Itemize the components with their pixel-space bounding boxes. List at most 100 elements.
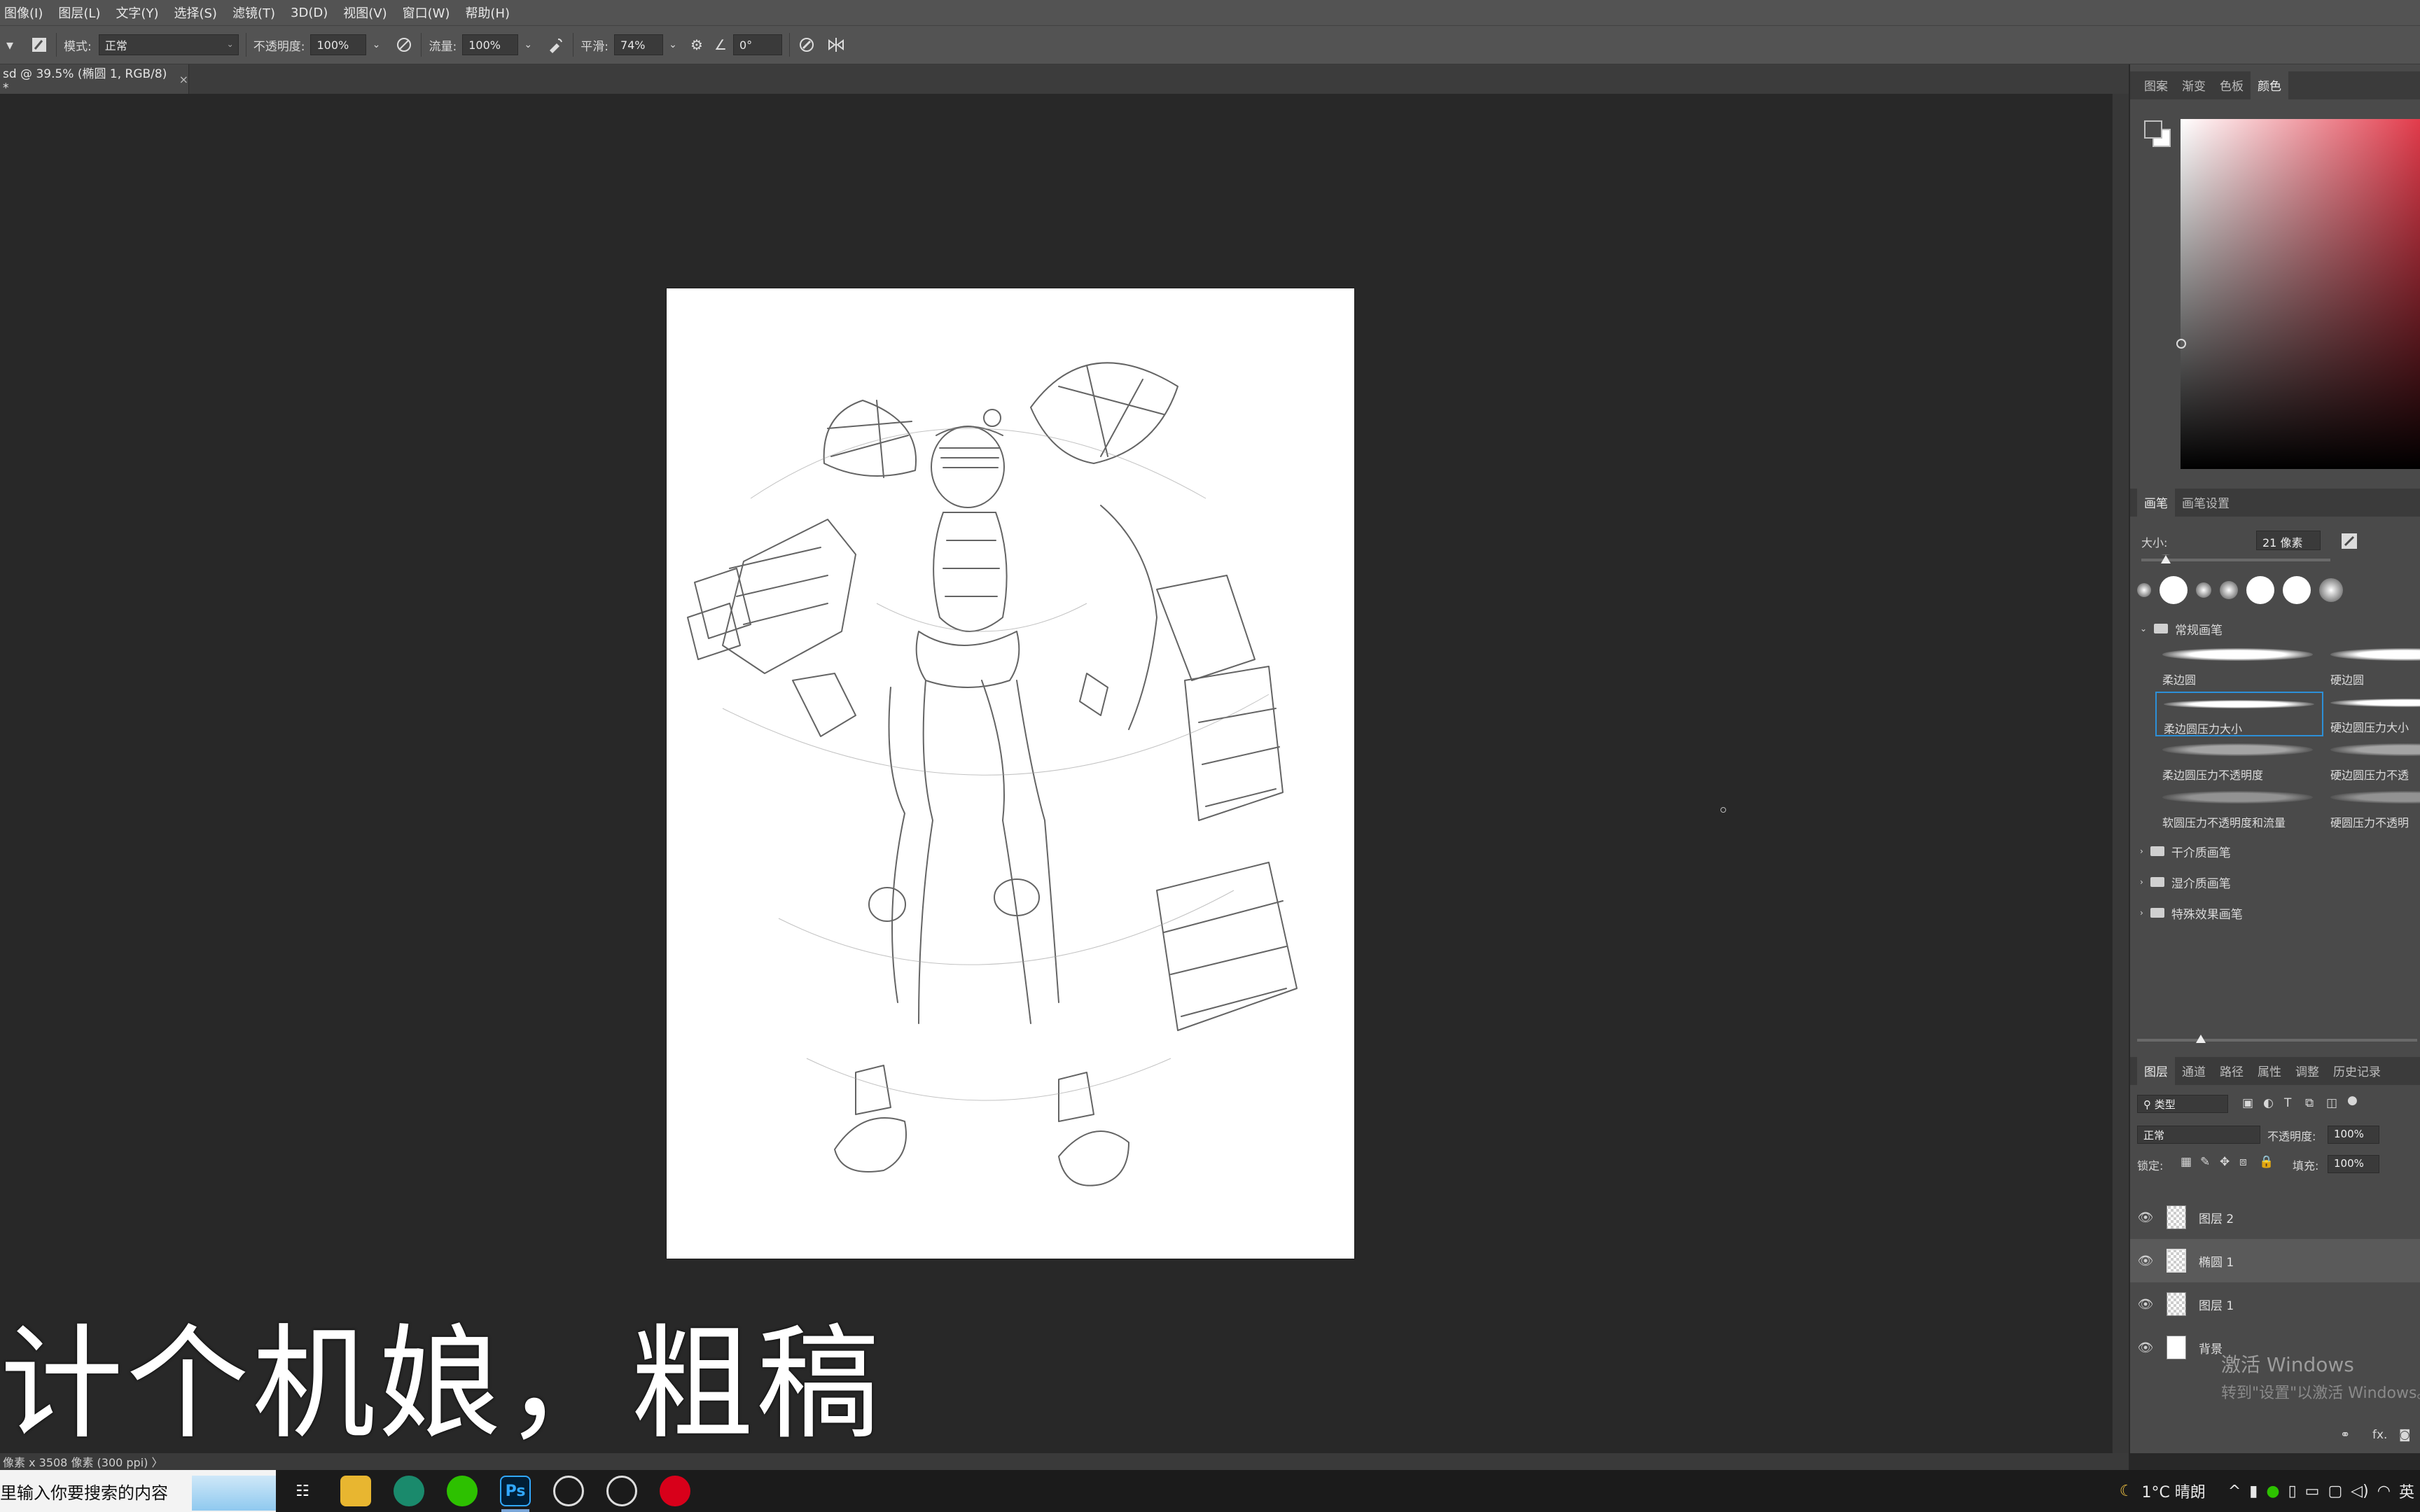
lock-artboard-icon[interactable]: ⧈: [2239, 1155, 2247, 1169]
vertical-scrollbar[interactable]: [2112, 94, 2129, 1453]
brush-preset[interactable]: 硬边圆: [2323, 644, 2420, 689]
usb-icon[interactable]: ▯: [2288, 1483, 2297, 1500]
layer-row[interactable]: 👁 图层 1: [2130, 1282, 2420, 1326]
tab-brush-settings[interactable]: 画笔设置: [2175, 493, 2237, 517]
menu-type[interactable]: 文字(Y): [116, 4, 158, 22]
brush-preset[interactable]: 硬圆压力不透明: [2323, 787, 2420, 832]
new-brush-icon[interactable]: [2340, 532, 2358, 553]
brush-tip-soft[interactable]: [2137, 583, 2151, 597]
brush-size-input[interactable]: 21 像素: [2256, 531, 2321, 550]
chevron-down-icon[interactable]: ⌄: [663, 35, 683, 55]
chevron-right-icon[interactable]: ›: [2140, 908, 2143, 918]
tab-history[interactable]: 历史记录: [2326, 1062, 2388, 1085]
smoothing-field[interactable]: 74%: [613, 34, 663, 55]
slider-thumb[interactable]: [2196, 1035, 2206, 1043]
brush-group-wet-media[interactable]: › 湿介质画笔: [2130, 868, 2420, 896]
color-picker-ring[interactable]: [2176, 339, 2186, 349]
angle-field[interactable]: 0°: [732, 34, 782, 55]
airbrush-icon[interactable]: [546, 35, 566, 55]
color-picker-field[interactable]: [2181, 119, 2420, 469]
menu-select[interactable]: 选择(S): [174, 4, 216, 22]
filter-adjustment-icon[interactable]: ◐: [2263, 1096, 2274, 1110]
tab-patterns[interactable]: 图案: [2137, 76, 2175, 99]
tab-layers[interactable]: 图层: [2137, 1056, 2175, 1085]
brush-preset[interactable]: 硬边圆压力大小: [2323, 692, 2420, 736]
menu-3d[interactable]: 3D(D): [291, 6, 328, 20]
lock-position-icon[interactable]: ✥: [2220, 1155, 2230, 1169]
eye-icon[interactable]: 👁: [2134, 1297, 2157, 1312]
filter-smart-object-icon[interactable]: ◫: [2326, 1096, 2337, 1110]
brush-preset-picker-icon[interactable]: ▾: [0, 35, 20, 55]
brush-tip-hard-large[interactable]: [2246, 576, 2274, 604]
slider-thumb[interactable]: [2161, 554, 2171, 564]
tab-adjustments[interactable]: 调整: [2288, 1062, 2326, 1085]
network-icon[interactable]: ▭: [2305, 1483, 2320, 1500]
obs-icon[interactable]: [606, 1476, 637, 1506]
eye-icon[interactable]: 👁: [2134, 1210, 2157, 1225]
tab-color[interactable]: 颜色: [2251, 71, 2288, 99]
chevron-down-icon[interactable]: ⌄: [518, 35, 538, 55]
preview-size-slider[interactable]: [2137, 1035, 2417, 1043]
lock-all-icon[interactable]: 🔒: [2259, 1155, 2274, 1169]
brush-group-special-effects[interactable]: › 特殊效果画笔: [2130, 899, 2420, 927]
tab-brushes[interactable]: 画笔: [2137, 488, 2175, 517]
wechat-icon[interactable]: [447, 1476, 478, 1506]
opacity-field[interactable]: 100%: [310, 34, 367, 55]
fx-icon[interactable]: fx.: [2372, 1428, 2387, 1442]
photoshop-icon[interactable]: Ps: [500, 1476, 531, 1506]
brush-tip-hard-pressure[interactable]: [2283, 576, 2311, 604]
display-icon[interactable]: ▢: [2328, 1483, 2342, 1500]
brush-preset[interactable]: 柔边圆压力不透明度: [2155, 739, 2323, 784]
chevron-down-icon[interactable]: ⌄: [2140, 624, 2147, 634]
menu-filter[interactable]: 滤镜(T): [232, 4, 275, 22]
tab-channels[interactable]: 通道: [2175, 1062, 2213, 1085]
menu-layer[interactable]: 图层(L): [58, 4, 100, 22]
brush-tip-soft-medium[interactable]: [2220, 581, 2238, 599]
pressure-size-icon[interactable]: [797, 35, 816, 55]
eye-icon[interactable]: 👁: [2134, 1340, 2157, 1355]
brush-group-general[interactable]: ⌄ 常规画笔: [2130, 615, 2420, 643]
toggle-brush-panel-icon[interactable]: [29, 35, 49, 55]
chevron-up-icon[interactable]: ^: [2228, 1483, 2241, 1500]
brush-size-slider[interactable]: [2141, 554, 2330, 564]
tab-swatches[interactable]: 色板: [2213, 76, 2251, 99]
brush-tip-soft-small[interactable]: [2196, 582, 2211, 598]
chevron-right-icon[interactable]: ›: [2140, 846, 2143, 856]
brush-preset-selected[interactable]: 柔边圆压力大小: [2155, 692, 2323, 736]
blend-mode-select[interactable]: 正常: [2137, 1126, 2260, 1144]
file-explorer-icon[interactable]: [340, 1476, 371, 1506]
link-icon[interactable]: ⚭: [2340, 1428, 2350, 1442]
filter-shape-icon[interactable]: ⧉: [2305, 1096, 2314, 1110]
edge-icon[interactable]: [394, 1476, 424, 1506]
brush-tip-soft-pressure[interactable]: [2319, 578, 2343, 602]
task-view-icon[interactable]: ☷: [287, 1476, 318, 1506]
layer-row[interactable]: 👁 图层 2: [2130, 1196, 2420, 1239]
flow-field[interactable]: 100%: [462, 34, 519, 55]
mask-icon[interactable]: ◙: [2399, 1428, 2411, 1442]
menu-window[interactable]: 窗口(W): [403, 4, 450, 22]
taskbar-search-box[interactable]: 里输入你要搜索的内容: [0, 1470, 276, 1512]
menu-view[interactable]: 视图(V): [343, 4, 387, 22]
foreground-color-swatch[interactable]: [2144, 120, 2162, 139]
lock-transparent-icon[interactable]: ▦: [2181, 1155, 2192, 1169]
filter-toggle-icon[interactable]: ●: [2347, 1093, 2358, 1107]
app-icon[interactable]: [553, 1476, 584, 1506]
layer-row-selected[interactable]: 👁 椭圆 1: [2130, 1239, 2420, 1282]
document-canvas[interactable]: [667, 288, 1354, 1259]
layer-opacity-input[interactable]: 100%: [2328, 1126, 2379, 1144]
ime-indicator[interactable]: 英: [2399, 1480, 2414, 1502]
filter-type-icon[interactable]: T: [2284, 1096, 2291, 1110]
weather-text[interactable]: 1°C 晴朗: [2141, 1480, 2205, 1502]
gear-icon[interactable]: ⚙: [687, 35, 707, 55]
eye-icon[interactable]: 👁: [2134, 1254, 2157, 1268]
brush-preset[interactable]: 柔边圆: [2155, 644, 2323, 689]
menu-help[interactable]: 帮助(H): [465, 4, 510, 22]
menu-image[interactable]: 图像(I): [4, 4, 43, 22]
tab-paths[interactable]: 路径: [2213, 1062, 2251, 1085]
wechat-tray-icon[interactable]: ●: [2266, 1483, 2279, 1500]
chevron-right-icon[interactable]: ›: [2140, 877, 2143, 887]
lock-pixels-icon[interactable]: ✎: [2200, 1155, 2210, 1169]
wifi-icon[interactable]: ◠: [2377, 1483, 2391, 1500]
layer-filter-select[interactable]: ⚲ 类型: [2137, 1095, 2228, 1113]
tab-properties[interactable]: 属性: [2251, 1062, 2288, 1085]
